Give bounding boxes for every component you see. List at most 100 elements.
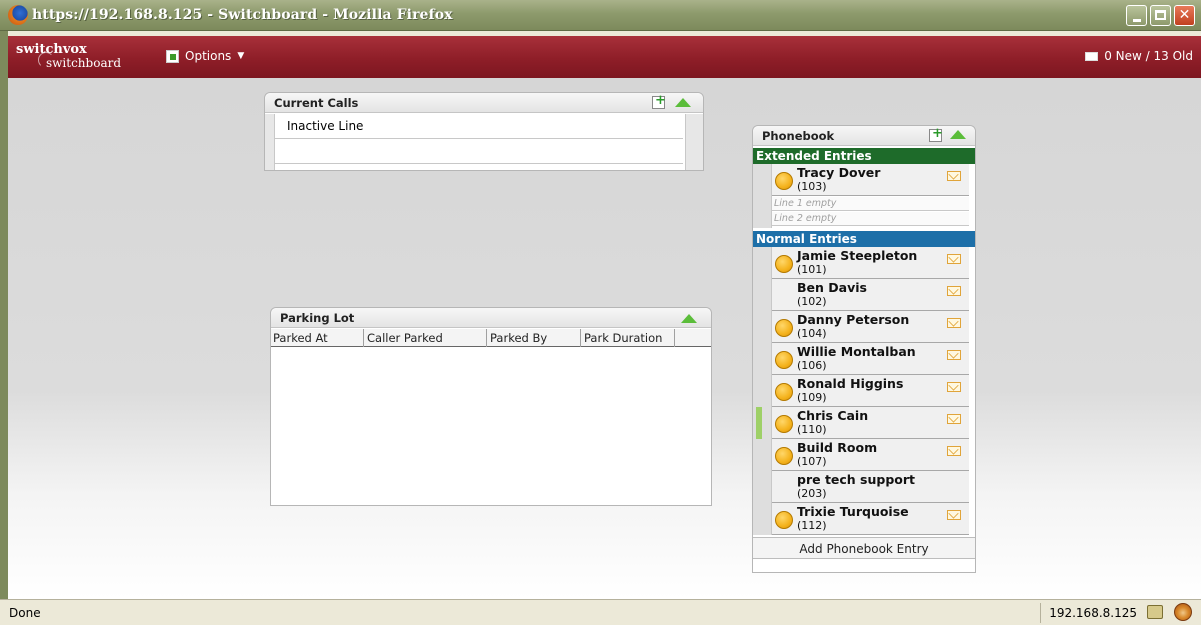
phonebook-entry[interactable]: Jamie Steepleton (101) <box>772 247 969 279</box>
column-divider <box>674 329 675 347</box>
logo-subtitle: switchboard <box>46 56 122 70</box>
status-divider <box>1040 603 1041 623</box>
window-left-border <box>0 31 8 625</box>
status-text: Done <box>9 606 41 620</box>
collapse-arrow-icon[interactable] <box>675 98 691 107</box>
chevron-down-icon: ▼ <box>237 51 245 61</box>
close-icon: ✕ <box>1178 7 1191 23</box>
switchboard-workspace: Current Calls Inactive Line Parking Lot … <box>8 78 1201 599</box>
extended-entries-gutter <box>753 164 772 228</box>
options-menu[interactable]: Options ▼ <box>166 49 244 63</box>
column-caller-parked[interactable]: Caller Parked <box>367 331 443 345</box>
envelope-icon[interactable] <box>947 286 961 296</box>
presence-bulb-icon <box>775 319 793 337</box>
call-line-2[interactable] <box>275 140 683 164</box>
normal-entries-gutter <box>753 247 772 535</box>
entry-name: Ben Davis <box>797 280 867 295</box>
presence-bulb-icon <box>775 447 793 465</box>
entry-name: Trixie Turquoise <box>797 504 909 519</box>
phonebook-entry[interactable]: pre tech support (203) <box>772 471 969 503</box>
phonebook-entry[interactable]: Willie Montalban (106) <box>772 343 969 375</box>
app-header: switchvox switchboard Options ▼ 0 New / … <box>8 36 1201 78</box>
collapse-arrow-icon[interactable] <box>681 314 697 323</box>
status-host: 192.168.8.125 <box>1049 606 1137 620</box>
current-calls-title: Current Calls <box>274 96 359 110</box>
current-calls-header[interactable]: Current Calls <box>265 93 703 113</box>
envelope-icon[interactable] <box>947 254 961 264</box>
browser-status-bar: Done 192.168.8.125 <box>0 599 1201 625</box>
entry-extension: (101) <box>797 263 827 276</box>
collapse-arrow-icon[interactable] <box>950 130 966 139</box>
presence-bulb-icon <box>775 172 793 190</box>
entry-extension: (110) <box>797 423 827 436</box>
column-divider <box>486 329 487 347</box>
extended-entries-header: Extended Entries <box>753 148 975 164</box>
lock-icon[interactable] <box>1147 605 1163 619</box>
parking-lot-header[interactable]: Parking Lot <box>271 308 711 328</box>
column-parked-at[interactable]: Parked At <box>273 331 328 345</box>
envelope-icon[interactable] <box>947 510 961 520</box>
window-titlebar: https://192.168.8.125 - Switchboard - Mo… <box>0 0 1201 31</box>
entry-extension: (107) <box>797 455 827 468</box>
phonebook-entry[interactable]: Ronald Higgins (109) <box>772 375 969 407</box>
entry-extension: (112) <box>797 519 827 532</box>
entry-extension: (109) <box>797 391 827 404</box>
options-label: Options <box>185 49 232 63</box>
phonebook-header[interactable]: Phonebook <box>753 126 975 146</box>
maximize-button[interactable] <box>1150 5 1171 26</box>
phonebook-entry[interactable]: Trixie Turquoise (112) <box>772 503 969 535</box>
presence-bulb-icon <box>775 511 793 529</box>
presence-bulb-icon <box>775 351 793 369</box>
line-side-bar <box>265 114 275 170</box>
entry-extension: (104) <box>797 327 827 340</box>
entry-name: Danny Peterson <box>797 312 910 327</box>
phonebook-entry[interactable]: Tracy Dover (103) <box>772 164 969 196</box>
minimize-icon <box>1133 16 1141 22</box>
phonebook-entry[interactable]: Chris Cain (110) <box>772 407 969 439</box>
entry-extension: (203) <box>797 487 827 500</box>
call-line-1[interactable]: Inactive Line <box>275 115 683 139</box>
phonebook-entry[interactable]: Build Room (107) <box>772 439 969 471</box>
column-parked-by[interactable]: Parked By <box>490 331 547 345</box>
envelope-icon[interactable] <box>947 350 961 360</box>
column-divider <box>363 329 364 347</box>
envelope-icon[interactable] <box>947 414 961 424</box>
call-line-label: Inactive Line <box>287 119 364 133</box>
entry-name: Tracy Dover <box>797 165 881 180</box>
add-phonebook-entry-button[interactable]: Add Phonebook Entry <box>753 537 975 559</box>
options-icon <box>166 49 179 63</box>
line-status: Line 2 empty <box>772 212 969 226</box>
add-entry-icon[interactable] <box>929 126 943 142</box>
phonebook-entry[interactable]: Ben Davis (102) <box>772 279 969 311</box>
line-status: Line 1 empty <box>772 197 969 211</box>
parking-lot-title: Parking Lot <box>280 311 355 325</box>
presence-bulb-icon <box>775 255 793 273</box>
phonebook-entry[interactable]: Danny Peterson (104) <box>772 311 969 343</box>
presence-bulb-icon <box>775 383 793 401</box>
parking-lot-column-headers: Parked At Caller Parked Parked By Park D… <box>271 329 711 347</box>
current-calls-panel: Current Calls Inactive Line <box>264 92 704 171</box>
minimize-button[interactable] <box>1126 5 1147 26</box>
entry-name: Ronald Higgins <box>797 376 904 391</box>
entry-name: Build Room <box>797 440 878 455</box>
entry-extension: (106) <box>797 359 827 372</box>
envelope-icon[interactable] <box>947 318 961 328</box>
normal-entries-header: Normal Entries <box>753 231 975 247</box>
active-line-indicator <box>756 407 762 439</box>
add-call-icon[interactable] <box>652 93 666 109</box>
greasemonkey-icon[interactable] <box>1174 603 1192 621</box>
envelope-icon <box>1085 51 1099 61</box>
messages-count: 0 New / 13 Old <box>1104 49 1193 63</box>
close-button[interactable]: ✕ <box>1174 5 1195 26</box>
column-divider <box>580 329 581 347</box>
line-side-bar-right <box>685 114 703 170</box>
envelope-icon[interactable] <box>947 446 961 456</box>
entry-extension: (102) <box>797 295 827 308</box>
envelope-icon[interactable] <box>947 382 961 392</box>
envelope-icon[interactable] <box>947 171 961 181</box>
switchvox-logo[interactable]: switchvox switchboard <box>16 42 156 74</box>
entry-name: Chris Cain <box>797 408 869 423</box>
voicemail-indicator[interactable]: 0 New / 13 Old <box>1085 49 1193 63</box>
phonebook-panel: Phonebook Extended Entries Tracy Dover (… <box>752 125 976 573</box>
column-park-duration[interactable]: Park Duration <box>584 331 662 345</box>
